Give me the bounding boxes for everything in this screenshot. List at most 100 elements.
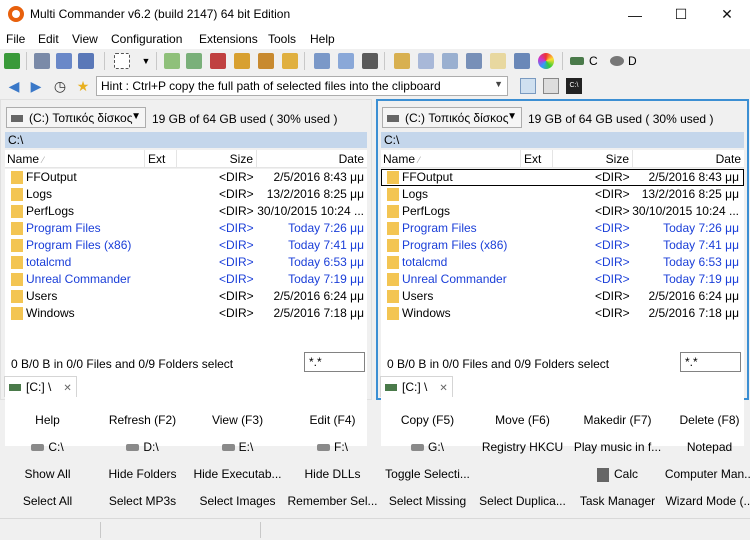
file-row[interactable]: Program Files (x86) <DIR> Today 7:41 μμ (381, 237, 744, 254)
menu-edit[interactable]: Edit (38, 32, 59, 46)
column-date-header[interactable]: Date (633, 150, 744, 168)
minimize-button[interactable]: — (612, 0, 658, 29)
package-icon[interactable] (258, 53, 274, 69)
close-button[interactable]: ✕ (704, 0, 750, 29)
file-row[interactable]: Logs <DIR> 13/2/2016 8:25 μμ (381, 186, 744, 203)
move-f6-button[interactable]: Move (F6) (475, 407, 570, 432)
file-row[interactable]: PerfLogs <DIR> 30/10/2015 10:24 ... (381, 203, 744, 220)
file-row[interactable]: Program Files (x86) <DIR> Today 7:41 μμ (5, 237, 367, 254)
kb-icon[interactable] (418, 53, 434, 69)
drive-selector[interactable]: (C:) Τοπικός δίσκος ▼ (382, 107, 522, 128)
filter-input[interactable]: *.* (680, 352, 741, 372)
column-date-header[interactable]: Date (257, 150, 367, 168)
file-row[interactable]: Users <DIR> 2/5/2016 6:24 μμ (381, 288, 744, 305)
forward-arrow-icon[interactable]: ▶ (28, 78, 44, 94)
back-arrow-icon[interactable]: ◀ (6, 78, 22, 94)
g-button[interactable]: G:\ (380, 434, 475, 459)
select-icon[interactable] (114, 53, 130, 69)
f-button[interactable]: F:\ (285, 434, 380, 459)
file-row[interactable]: totalcmd <DIR> Today 6:53 μμ (381, 254, 744, 271)
e-button[interactable]: E:\ (190, 434, 285, 459)
calc-button[interactable]: Calc (570, 461, 665, 486)
select-missing-button[interactable]: Select Missing (380, 488, 475, 513)
close-tab-icon[interactable]: ✕ (439, 383, 447, 394)
notepad-button[interactable]: Notepad (662, 434, 750, 459)
drive-c-label[interactable]: C (589, 54, 598, 68)
delete-f8-button[interactable]: Delete (F8) (662, 407, 750, 432)
chevron-down-icon[interactable]: ▼ (138, 53, 154, 69)
chevron-down-icon[interactable]: ▼ (131, 111, 141, 122)
play-music-in-f-button[interactable]: Play music in f... (570, 434, 665, 459)
remember-sel-button[interactable]: Remember Sel... (285, 488, 380, 513)
new-file-icon[interactable] (164, 53, 180, 69)
console-icon[interactable]: C:\ (566, 78, 582, 94)
path-bar[interactable]: C:\ (381, 132, 744, 148)
drive-selector[interactable]: (C:) Τοπικός δίσκος ▼ (6, 107, 146, 128)
drive-d-label[interactable]: D (628, 54, 637, 68)
file-row[interactable]: Users <DIR> 2/5/2016 6:24 μμ (5, 288, 367, 305)
file-row[interactable]: Unreal Commander <DIR> Today 7:19 μμ (381, 271, 744, 288)
history-clock-icon[interactable]: ◷ (52, 78, 68, 94)
help-button[interactable]: Help (0, 407, 95, 432)
column-size-header[interactable]: Size (177, 150, 257, 168)
calculator-icon[interactable] (543, 78, 559, 94)
show-all-button[interactable]: Show All (0, 461, 95, 486)
chevron-down-icon[interactable]: ▼ (494, 79, 503, 89)
cut-icon[interactable] (34, 53, 50, 69)
edit-f4-button[interactable]: Edit (F4) (285, 407, 380, 432)
archive-icon[interactable] (234, 53, 250, 69)
folder-icon[interactable] (282, 53, 298, 69)
menu-extensions[interactable]: Extensions (199, 32, 258, 46)
hide-executab-button[interactable]: Hide Executab... (190, 461, 285, 486)
paste-icon[interactable] (78, 53, 94, 69)
path-bar[interactable]: C:\ (5, 132, 367, 148)
folder-size-icon[interactable] (394, 53, 410, 69)
color-wheel-icon[interactable] (538, 53, 554, 69)
drive-icon[interactable] (362, 53, 378, 69)
menu-tools[interactable]: Tools (268, 32, 296, 46)
file-row[interactable]: Program Files <DIR> Today 7:26 μμ (5, 220, 367, 237)
column-name-header[interactable]: Name ⁄ (381, 150, 521, 168)
makedir-f7-button[interactable]: Makedir (F7) (570, 407, 665, 432)
filter-input[interactable]: *.* (304, 352, 365, 372)
refresh-f2-button[interactable]: Refresh (F2) (95, 407, 190, 432)
hide-folders-button[interactable]: Hide Folders (95, 461, 190, 486)
tab-drive-c[interactable]: [C:] \ ✕ (4, 376, 77, 397)
file-row[interactable]: Windows <DIR> 2/5/2016 7:18 μμ (381, 305, 744, 322)
hide-dlls-button[interactable]: Hide DLLs (285, 461, 380, 486)
refresh-icon[interactable] (4, 53, 20, 69)
close-tab-icon[interactable]: ✕ (63, 383, 71, 394)
menu-file[interactable]: File (6, 32, 25, 46)
file-row[interactable]: totalcmd <DIR> Today 6:53 μμ (5, 254, 367, 271)
c-button[interactable]: C:\ (0, 434, 95, 459)
column-size-header[interactable]: Size (553, 150, 633, 168)
computer-man-button[interactable]: Computer Man... (662, 461, 750, 486)
file-row[interactable]: Unreal Commander <DIR> Today 7:19 μμ (5, 271, 367, 288)
select-mp3s-button[interactable]: Select MP3s (95, 488, 190, 513)
column-name-header[interactable]: Name ⁄ (5, 150, 145, 168)
file-row[interactable]: Program Files <DIR> Today 7:26 μμ (381, 220, 744, 237)
view-f3-button[interactable]: View (F3) (190, 407, 285, 432)
select-images-button[interactable]: Select Images (190, 488, 285, 513)
file-info-icon[interactable] (442, 53, 458, 69)
edit-document-icon[interactable] (338, 53, 354, 69)
favorites-star-icon[interactable]: ★ (75, 78, 91, 94)
chevron-down-icon[interactable]: ▼ (507, 111, 517, 122)
menu-view[interactable]: View (72, 32, 98, 46)
registry-hkcu-button[interactable]: Registry HKCU (475, 434, 570, 459)
column-ext-header[interactable]: Ext (521, 150, 553, 168)
notepad-icon[interactable] (520, 78, 536, 94)
select-duplica-button[interactable]: Select Duplica... (475, 488, 570, 513)
drive-d-icon[interactable] (610, 56, 624, 66)
column-ext-header[interactable]: Ext (145, 150, 177, 168)
wizard-mode-button[interactable]: Wizard Mode (... (662, 488, 750, 513)
task-manager-button[interactable]: Task Manager (570, 488, 665, 513)
menu-help[interactable]: Help (310, 32, 335, 46)
document-icon[interactable] (314, 53, 330, 69)
move-file-icon[interactable] (186, 53, 202, 69)
file-row[interactable]: FFOutput <DIR> 2/5/2016 8:43 μμ (5, 169, 367, 186)
tab-drive-c[interactable]: [C:] \ ✕ (380, 376, 453, 397)
copy-f5-button[interactable]: Copy (F5) (380, 407, 475, 432)
select-all-button[interactable]: Select All (0, 488, 95, 513)
file-row[interactable]: PerfLogs <DIR> 30/10/2015 10:24 ... (5, 203, 367, 220)
